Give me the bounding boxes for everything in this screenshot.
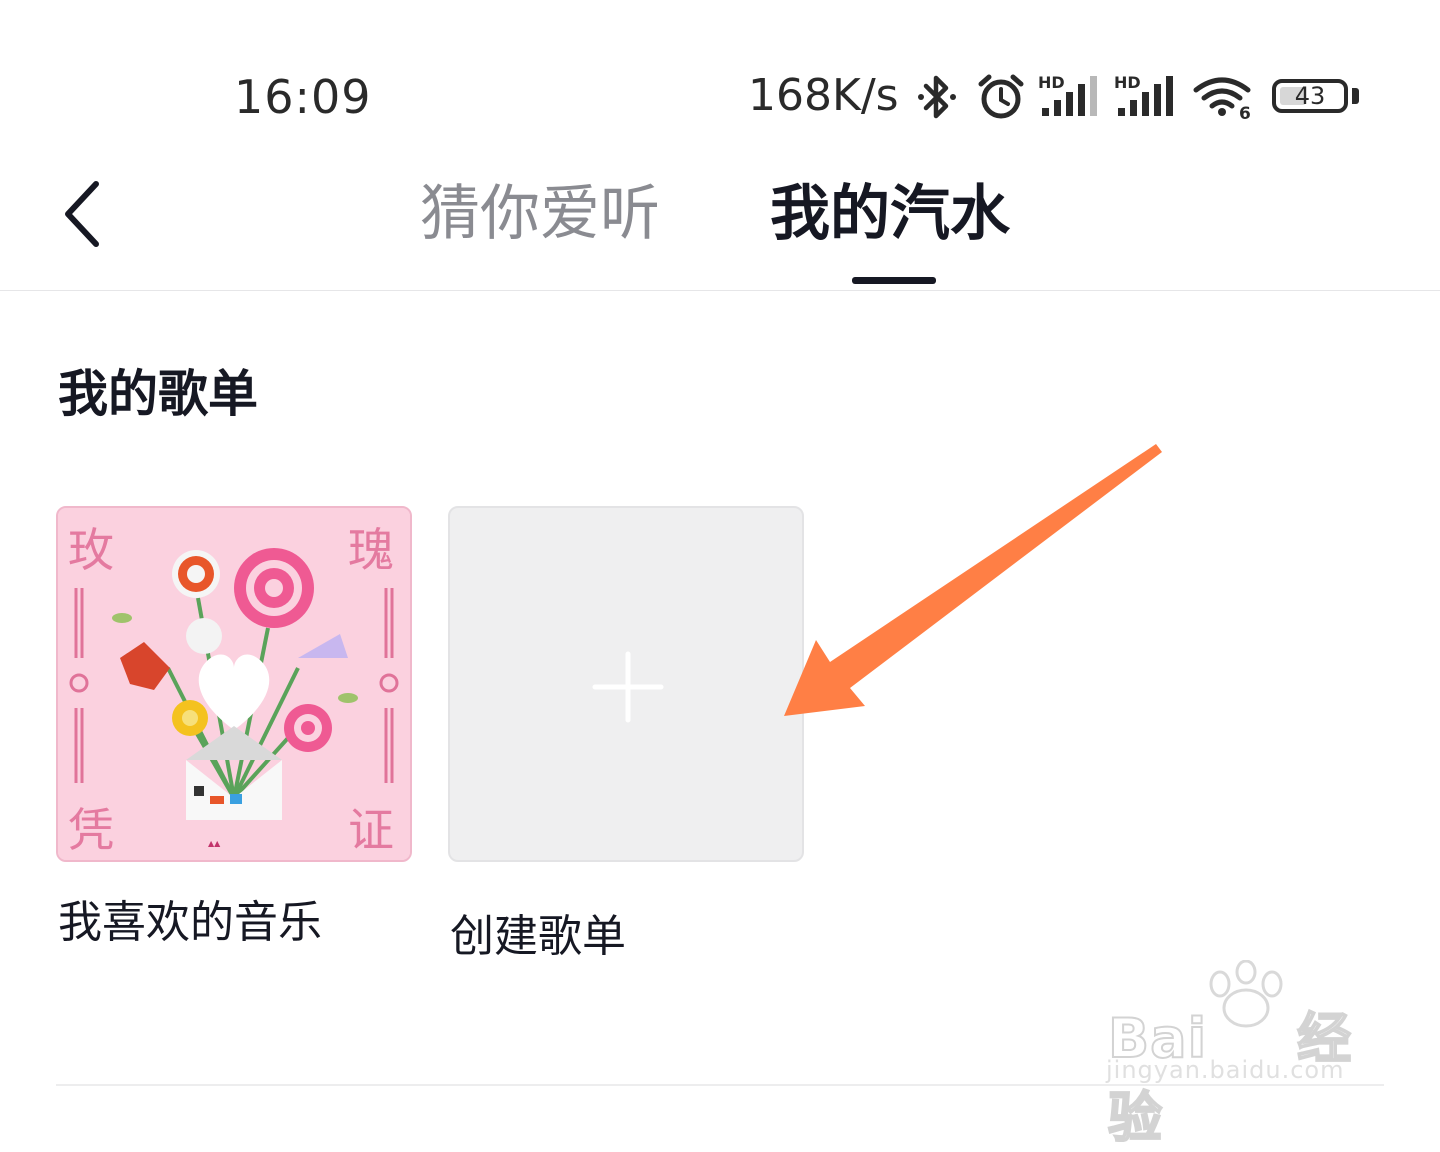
battery-icon: 43 xyxy=(1272,79,1348,113)
battery-level: 43 xyxy=(1294,82,1326,110)
cover-char-1: 玫 xyxy=(68,523,114,577)
plus-icon xyxy=(592,651,664,723)
tab-my-soda[interactable]: 我的汽水 xyxy=(770,178,1010,250)
nav-divider xyxy=(0,290,1440,291)
battery-cap xyxy=(1352,88,1359,104)
signal-hd-icon: HD xyxy=(1038,72,1104,122)
liked-music-label[interactable]: 我喜欢的音乐 xyxy=(58,896,322,950)
svg-text:HD: HD xyxy=(1114,73,1141,92)
back-button[interactable] xyxy=(44,168,124,258)
network-speed: 168K/s xyxy=(748,70,899,121)
baidu-jingyan-watermark: Bai 经验 jingyan.baidu.com xyxy=(1100,960,1380,1150)
liked-music-playlist-card[interactable]: 玫 瑰 凭 证 ▲▲ xyxy=(56,506,412,862)
status-time: 16:09 xyxy=(234,70,372,124)
wifi-6-icon: 6 xyxy=(1192,72,1256,122)
tab-guess-you-like[interactable]: 猜你爱听 xyxy=(420,178,660,250)
create-playlist-label[interactable]: 创建歌单 xyxy=(450,910,626,964)
svg-text:HD: HD xyxy=(1038,73,1065,92)
watermark-site: jingyan.baidu.com xyxy=(1106,1056,1345,1084)
chevron-left-icon xyxy=(65,181,99,247)
rose-bouquet-cover: 玫 瑰 凭 证 ▲▲ xyxy=(58,508,410,860)
alarm-icon xyxy=(976,72,1026,122)
status-bar: 16:09 168K/s HD HD 6 43 xyxy=(0,0,1440,150)
active-tab-indicator xyxy=(852,277,936,284)
svg-text:6: 6 xyxy=(1239,104,1251,122)
create-playlist-card[interactable] xyxy=(448,506,804,862)
cover-char-3: 凭 xyxy=(68,803,114,857)
bluetooth-icon xyxy=(916,72,958,122)
cover-char-4: 证 xyxy=(348,803,394,857)
signal-hd-icon: HD xyxy=(1114,72,1180,122)
svg-text:▲▲: ▲▲ xyxy=(208,839,221,848)
cover-char-2: 瑰 xyxy=(348,523,394,577)
section-title-my-playlists: 我的歌单 xyxy=(58,365,258,423)
